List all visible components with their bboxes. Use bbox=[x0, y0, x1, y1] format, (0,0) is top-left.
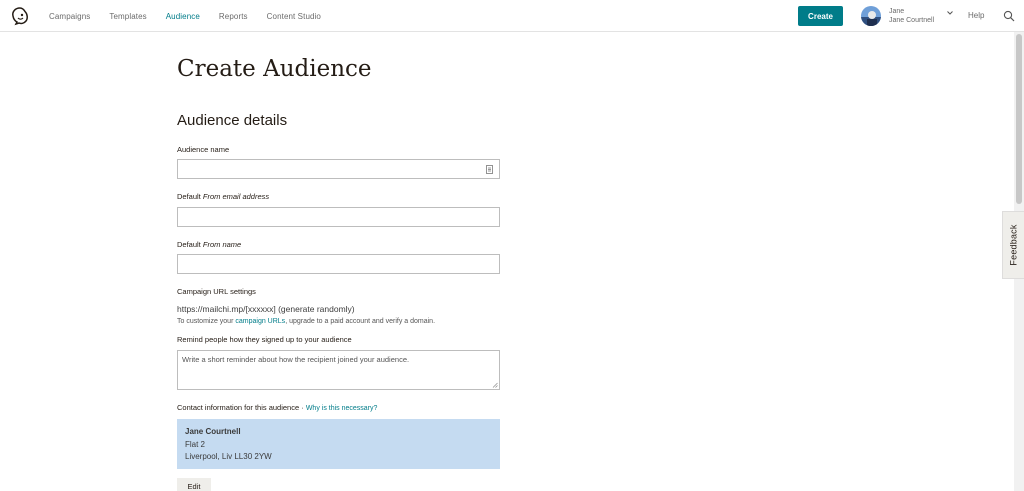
campaign-url-value: https://mailchi.mp/[xxxxxx] (generate ra… bbox=[177, 304, 355, 314]
from-name-label-em: From name bbox=[202, 240, 242, 249]
avatar[interactable] bbox=[861, 6, 881, 26]
campaign-url-label: Campaign URL settings bbox=[177, 287, 256, 296]
contact-address-line1: Flat 2 bbox=[185, 439, 206, 449]
campaign-url-help-pre: To customize your bbox=[177, 318, 234, 325]
help-link[interactable]: Help bbox=[968, 11, 984, 20]
campaign-url-help: To customize your campaign URLs, upgrade… bbox=[177, 318, 435, 325]
feedback-tab[interactable]: Feedback bbox=[1002, 211, 1024, 279]
contact-info-box: Jane Courtnell Flat 2 Liverpool, Liv LL3… bbox=[177, 419, 500, 469]
from-name-input[interactable] bbox=[177, 254, 500, 274]
user-menu[interactable]: Jane Jane Courtnell bbox=[889, 7, 934, 25]
nav-campaigns[interactable]: Campaigns bbox=[49, 12, 90, 21]
contact-info-label-text: Contact information for this audience · bbox=[177, 403, 304, 412]
create-button[interactable]: Create bbox=[798, 6, 843, 26]
user-first-name: Jane bbox=[889, 8, 905, 15]
feedback-label: Feedback bbox=[1008, 224, 1019, 266]
mailchimp-logo-icon[interactable] bbox=[9, 6, 31, 26]
nav-content-studio[interactable]: Content Studio bbox=[267, 12, 321, 21]
field-options-icon[interactable] bbox=[486, 165, 493, 174]
from-name-label: Default From name bbox=[177, 240, 241, 249]
avatar-image-icon bbox=[861, 6, 881, 26]
section-title: Audience details bbox=[177, 112, 288, 129]
reminder-placeholder: Write a short reminder about how the rec… bbox=[182, 355, 410, 364]
from-email-label: Default From email address bbox=[177, 192, 269, 201]
nav-reports[interactable]: Reports bbox=[219, 12, 248, 21]
search-icon[interactable] bbox=[1003, 10, 1015, 22]
nav-audience[interactable]: Audience bbox=[166, 12, 200, 21]
scrollbar-thumb[interactable] bbox=[1016, 34, 1022, 204]
from-email-input[interactable] bbox=[177, 207, 500, 227]
campaign-url-help-post: , upgrade to a paid account and verify a… bbox=[285, 318, 436, 325]
nav-templates[interactable]: Templates bbox=[109, 12, 146, 21]
from-name-label-prefix: Default bbox=[177, 240, 201, 249]
resize-handle-icon[interactable] bbox=[492, 382, 498, 388]
contact-name: Jane Courtnell bbox=[185, 427, 241, 436]
main-nav: Campaigns Templates Audience Reports Con… bbox=[49, 0, 340, 32]
page-title: Create Audience bbox=[177, 56, 372, 82]
from-email-label-em: From email address bbox=[202, 192, 270, 201]
contact-address-line2: Liverpool, Liv LL30 2YW bbox=[185, 452, 272, 461]
edit-contact-button[interactable]: Edit bbox=[177, 478, 211, 491]
campaign-urls-link[interactable]: campaign URLs bbox=[235, 318, 285, 325]
reminder-textarea[interactable]: Write a short reminder about how the rec… bbox=[177, 350, 500, 390]
chevron-down-icon[interactable] bbox=[946, 9, 954, 17]
user-full-name: Jane Courtnell bbox=[889, 17, 935, 24]
top-navigation-bar: Campaigns Templates Audience Reports Con… bbox=[0, 0, 1024, 32]
why-necessary-link[interactable]: Why is this necessary? bbox=[306, 405, 378, 412]
from-email-label-prefix: Default bbox=[177, 192, 201, 201]
audience-name-input[interactable] bbox=[177, 159, 500, 179]
contact-info-label: Contact information for this audience · … bbox=[177, 403, 377, 412]
audience-name-label: Audience name bbox=[177, 145, 230, 154]
reminder-label: Remind people how they signed up to your… bbox=[177, 335, 352, 344]
